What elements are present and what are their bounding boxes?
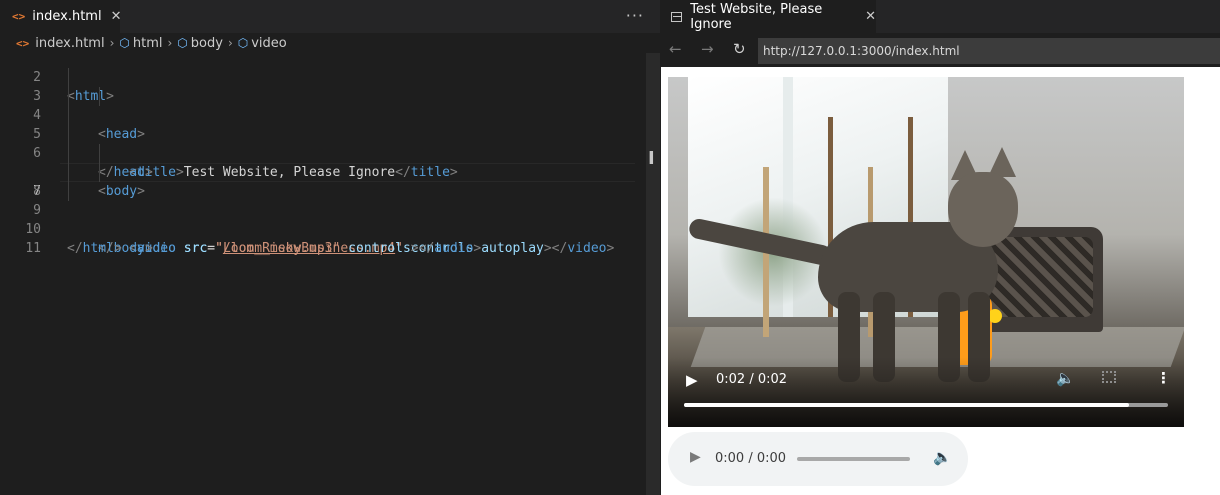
- cat-head: [948, 172, 1018, 247]
- forward-arrow-icon[interactable]: →: [701, 40, 714, 58]
- code-text: </html>: [67, 241, 122, 256]
- attr-name: src: [183, 241, 208, 256]
- editor-tab-bar: <> index.html ✕ ···: [0, 0, 660, 33]
- code-line: 11: [0, 220, 660, 256]
- indent-guide: [68, 125, 69, 144]
- indent-guide: [68, 87, 69, 106]
- element-cube-icon: ⬡: [237, 36, 249, 50]
- indent-guide: [68, 144, 69, 163]
- code-area[interactable]: 2 <html> 3 <head> 4 <title>Test Website,…: [0, 49, 660, 495]
- tag-name: video: [567, 241, 607, 256]
- editor-scrollbar[interactable]: [646, 53, 660, 495]
- line-number: 11: [25, 241, 41, 256]
- tag-name: html: [82, 241, 114, 256]
- code-line: 2 <html>: [0, 49, 660, 104]
- play-icon[interactable]: ▶: [690, 449, 701, 465]
- code-line-current: 7 <video src="Loom_RiskyBusiness.mp4" co…: [0, 144, 660, 256]
- video-progress-bar[interactable]: [684, 403, 1168, 407]
- tag-name: audio: [434, 241, 474, 256]
- browser-tab-title: Test Website, Please Ignore: [690, 1, 823, 32]
- reload-icon[interactable]: ↻: [733, 40, 746, 58]
- code-line: 10 </html>: [0, 201, 660, 256]
- video-controls-overlay: [668, 357, 1184, 427]
- text-cursor-icon: I: [648, 148, 655, 169]
- code-line: 3 <head>: [0, 68, 660, 142]
- code-line: 5 </head>: [0, 106, 660, 180]
- address-bar[interactable]: http://127.0.0.1:3000/index.html: [758, 38, 1220, 64]
- audio-time: 0:00 / 0:00: [715, 451, 787, 466]
- indent-guide: [99, 144, 100, 163]
- chevron-right-icon: ›: [109, 36, 115, 50]
- attr-value-link[interactable]: /loom_meow.mp3: [223, 241, 333, 256]
- tab-browser-preview[interactable]: Test Website, Please Ignore ✕: [661, 0, 876, 33]
- indent-guide: [99, 163, 100, 182]
- attr-name: controls: [348, 241, 411, 256]
- video-progress-fill: [684, 403, 1130, 407]
- element-cube-icon: ⬡: [177, 36, 188, 50]
- volume-icon[interactable]: 🔈: [933, 448, 952, 466]
- element-cube-icon: ⬡: [119, 36, 130, 50]
- browser-tab-bar: Test Website, Please Ignore ✕: [661, 0, 1220, 33]
- back-arrow-icon[interactable]: ←: [669, 40, 682, 58]
- browser-preview-pane: Test Website, Please Ignore ✕ ← → ↻ http…: [661, 0, 1220, 495]
- code-line: 8 <audio src="/loom_meow.mp3" controls><…: [0, 163, 660, 256]
- indent-guide: [68, 163, 69, 182]
- code-text: <audio src="/loom_meow.mp3" controls></a…: [129, 241, 482, 256]
- tab-index-html[interactable]: <> index.html ✕: [0, 0, 122, 33]
- html-file-icon: <>: [12, 10, 26, 23]
- volume-icon[interactable]: 🔈: [1056, 369, 1075, 387]
- video-frame-cat: [687, 147, 1028, 382]
- chevron-right-icon: ›: [227, 36, 233, 50]
- more-actions-icon[interactable]: ···: [626, 6, 644, 25]
- video-time: 0:02 / 0:02: [716, 372, 788, 387]
- browser-page-icon: [671, 11, 683, 22]
- audio-player[interactable]: ▶ 0:00 / 0:00 🔈: [668, 432, 968, 486]
- html-file-icon: <>: [16, 36, 30, 50]
- code-line: 4 <title>Test Website, Please Ignore</ti…: [0, 87, 660, 180]
- indent-guide: [68, 106, 69, 125]
- attr-name: autoplay: [481, 241, 544, 256]
- indent-guide: [68, 182, 69, 201]
- code-editor-pane: <> index.html ✕ ··· <> index.html › ⬡ ht…: [0, 0, 660, 495]
- close-icon[interactable]: ✕: [111, 9, 122, 24]
- code-line: 6 <body>: [0, 125, 660, 199]
- indent-guide: [99, 87, 100, 106]
- screen: <> index.html ✕ ··· <> index.html › ⬡ ht…: [0, 0, 1220, 495]
- more-options-icon[interactable]: ⋮: [1156, 369, 1171, 387]
- audio-progress-bar[interactable]: [797, 457, 910, 461]
- tab-label: index.html: [32, 9, 102, 24]
- play-icon[interactable]: ▶: [686, 371, 698, 389]
- fullscreen-icon[interactable]: [1102, 371, 1116, 383]
- chevron-right-icon: ›: [167, 36, 173, 50]
- code-line: 9 </body>: [0, 182, 660, 256]
- browser-nav-bar: ← → ↻ http://127.0.0.1:3000/index.html: [661, 33, 1220, 67]
- indent-guide: [68, 68, 69, 87]
- close-icon[interactable]: ✕: [865, 9, 876, 24]
- video-player[interactable]: ▶ 0:02 / 0:02 🔈 ⋮: [668, 77, 1184, 427]
